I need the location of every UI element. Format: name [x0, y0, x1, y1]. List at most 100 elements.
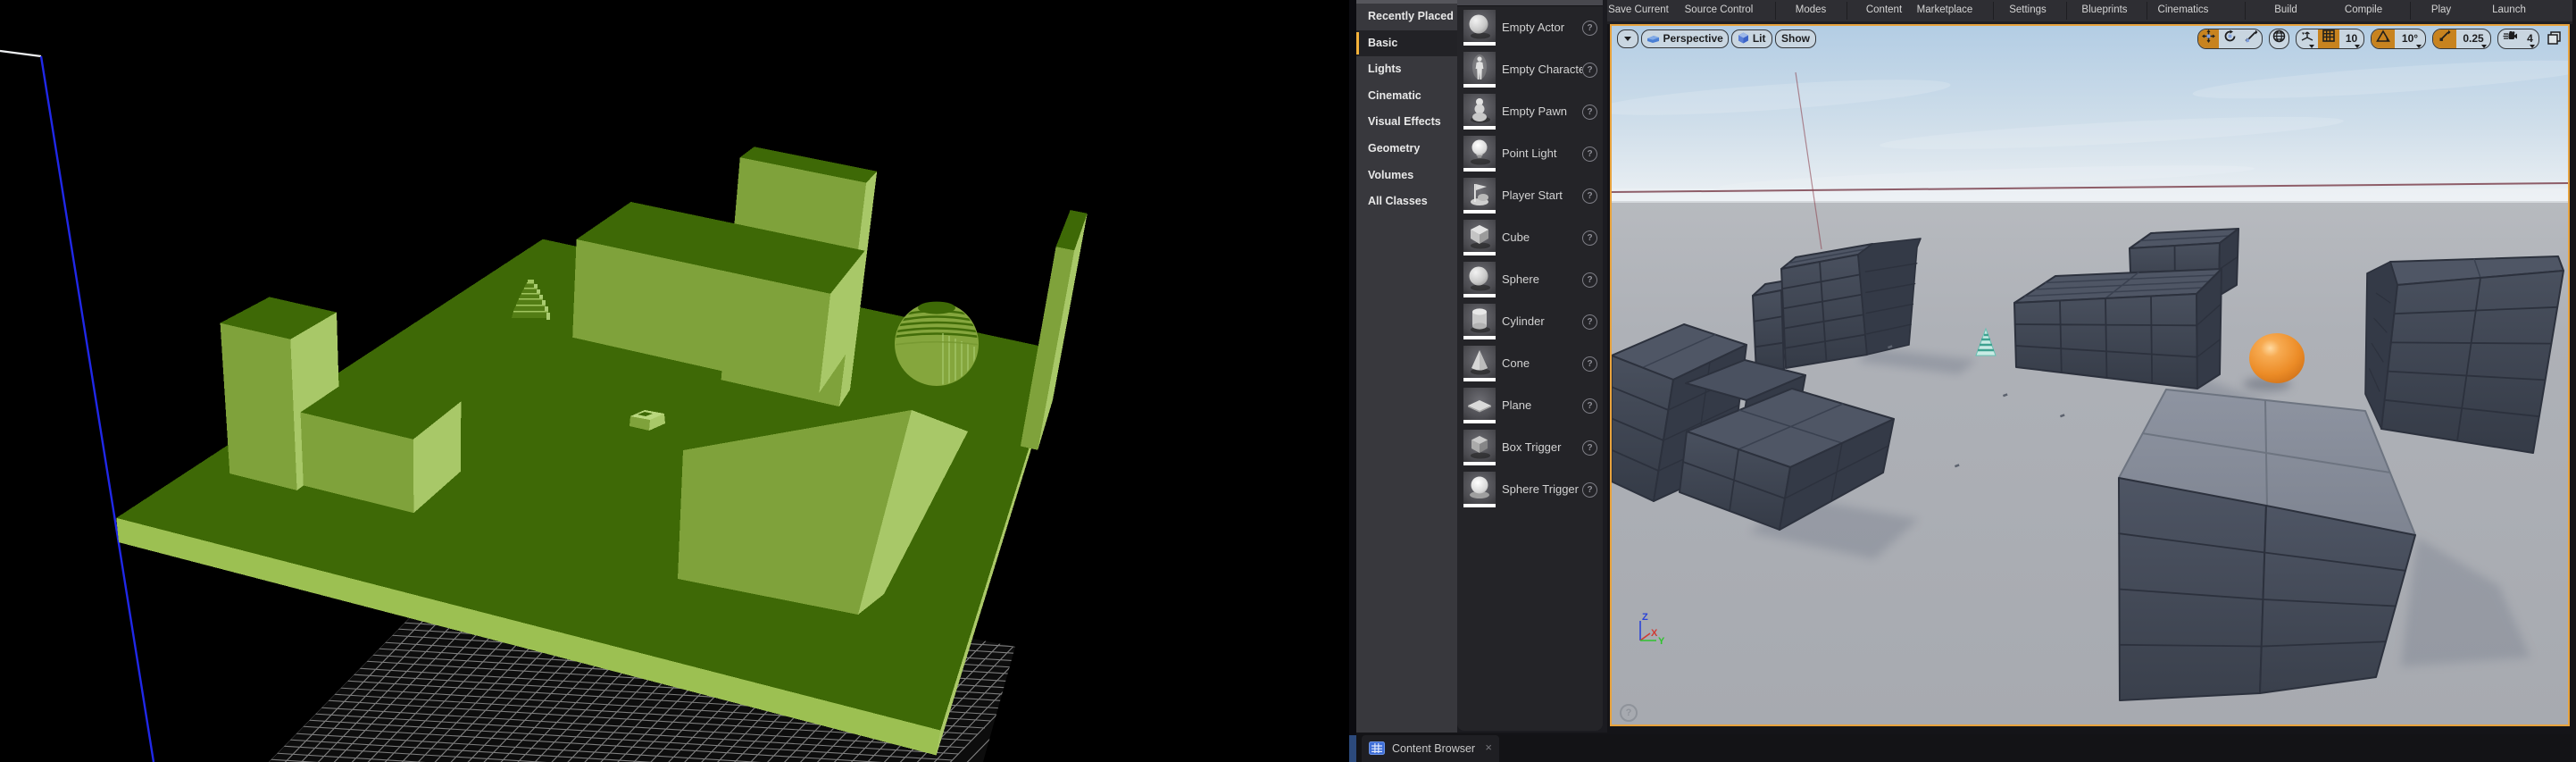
category-cinematic[interactable]: Cinematic [1356, 83, 1457, 110]
empty-character-icon[interactable] [1463, 52, 1496, 88]
cone-icon[interactable] [1463, 346, 1496, 381]
sphere-trigger-icon[interactable] [1463, 472, 1496, 507]
category-visual-effects[interactable]: Visual Effects [1356, 109, 1457, 136]
rotation-snap-value[interactable]: 10° [2395, 29, 2425, 48]
show-menu-button[interactable]: Show [1775, 29, 1816, 48]
place-item-cube[interactable]: Cube ? [1457, 216, 1603, 258]
toolbar-modes[interactable]: Modes [1770, 0, 1852, 21]
scale-snap-group: 0.25 [2432, 29, 2491, 49]
toolbar-save-current[interactable]: Save Current [1597, 0, 1680, 21]
help-icon[interactable]: ? [1620, 704, 1638, 722]
toolbar-blueprints[interactable]: Blueprints [2063, 0, 2146, 21]
maximize-viewport-button[interactable] [2547, 31, 2561, 49]
category-label: Cinematic [1368, 89, 1421, 102]
place-item-plane[interactable]: Plane ? [1457, 384, 1603, 426]
cube-icon[interactable] [1463, 220, 1496, 255]
level-viewport[interactable]: Perspective Lit Show [1612, 26, 2568, 724]
toolbar-build[interactable]: Build [2245, 0, 2327, 21]
toolbar-separator [1775, 2, 1776, 20]
search-box-sliver[interactable] [1457, 0, 1603, 6]
toolbar-separator [2066, 2, 2067, 20]
place-item-sphere[interactable]: Sphere ? [1457, 258, 1603, 300]
rotate-tool-button[interactable] [2219, 29, 2240, 48]
place-item-label: Point Light [1502, 132, 1582, 174]
toolbar-separator [1993, 2, 1994, 20]
toolbar-cinematics[interactable]: Cinematics [2142, 0, 2224, 21]
place-item-player-start[interactable]: Player Start ? [1457, 174, 1603, 216]
move-tool-button[interactable] [2198, 29, 2219, 48]
category-geometry[interactable]: Geometry [1356, 136, 1457, 163]
toolbar-marketplace[interactable]: Marketplace [1904, 0, 1986, 21]
toolbar-source-control[interactable]: Source Control [1678, 0, 1760, 21]
help-icon[interactable]: ? [1582, 440, 1597, 456]
place-item-label: Player Start [1502, 174, 1582, 216]
place-item-empty-pawn[interactable]: Empty Pawn ? [1457, 90, 1603, 132]
rotation-snap-button[interactable] [2372, 29, 2395, 48]
place-item-empty-actor[interactable]: Empty Actor ? [1457, 6, 1603, 48]
point-light-icon[interactable] [1463, 136, 1496, 172]
ue-canvas[interactable] [1612, 26, 2568, 724]
plane-icon[interactable] [1463, 388, 1496, 423]
place-item-cylinder[interactable]: Cylinder ? [1457, 300, 1603, 342]
help-icon[interactable]: ? [1582, 314, 1597, 330]
viewport-frame: Perspective Lit Show [1610, 24, 2570, 726]
viewport-options-button[interactable] [1617, 29, 1638, 48]
camera-speed-value[interactable]: 4 [2522, 29, 2538, 48]
close-icon[interactable]: × [1485, 735, 1492, 762]
player-start-icon[interactable] [1463, 178, 1496, 214]
grid-snap-value[interactable]: 10 [2339, 29, 2363, 48]
category-recently-placed[interactable]: Recently Placed [1356, 4, 1457, 30]
place-item-point-light[interactable]: Point Light ? [1457, 132, 1603, 174]
sphere-icon[interactable] [1463, 262, 1496, 297]
grid-snap-group: 10 [2296, 29, 2364, 49]
place-item-label: Empty Character [1502, 48, 1582, 90]
help-icon[interactable]: ? [1582, 398, 1597, 414]
help-icon[interactable]: ? [1582, 356, 1597, 372]
empty-pawn-icon[interactable] [1463, 94, 1496, 130]
place-item-label: Cone [1502, 342, 1582, 384]
category-lights[interactable]: Lights [1356, 56, 1457, 83]
help-icon[interactable]: ? [1582, 63, 1597, 78]
camera-speed-group: 4 [2497, 29, 2539, 49]
empty-actor-icon[interactable] [1463, 10, 1496, 46]
place-item-sphere-trigger[interactable]: Sphere Trigger ? [1457, 468, 1603, 510]
place-item-label: Sphere [1502, 258, 1582, 300]
scale-snap-button[interactable] [2433, 29, 2456, 48]
toolbar-settings[interactable]: Settings [1987, 0, 2069, 21]
category-label: Volumes [1368, 169, 1413, 181]
help-icon[interactable]: ? [1582, 105, 1597, 120]
lit-mode-button[interactable]: Lit [1731, 29, 1772, 48]
help-icon[interactable]: ? [1582, 482, 1597, 498]
cylinder-icon[interactable] [1463, 304, 1496, 339]
scale-snap-value[interactable]: 0.25 [2456, 29, 2490, 48]
viewport-toolbar: 10 10° 0.25 4 [2191, 29, 2561, 47]
help-icon[interactable]: ? [1582, 21, 1597, 36]
place-item-box-trigger[interactable]: Box Trigger ? [1457, 426, 1603, 468]
ue-viewport-canvas[interactable] [1612, 26, 2568, 724]
help-icon[interactable]: ? [1582, 147, 1597, 162]
world-space-button[interactable] [2270, 29, 2288, 48]
place-item-cone[interactable]: Cone ? [1457, 342, 1603, 384]
chevron-down-icon [2481, 45, 2487, 48]
toolbar-compile[interactable]: Compile [2322, 0, 2405, 21]
voxel-preview-viewport[interactable] [0, 0, 1349, 762]
help-icon[interactable]: ? [1582, 272, 1597, 288]
category-basic[interactable]: Basic [1356, 30, 1457, 57]
category-label: Geometry [1368, 142, 1420, 155]
voxel-scene-canvas[interactable] [0, 0, 1349, 762]
surface-snap-button[interactable] [2297, 29, 2318, 48]
grid-snap-button[interactable] [2318, 29, 2339, 48]
toolbar-launch[interactable]: Launch [2468, 0, 2550, 21]
box-trigger-icon[interactable] [1463, 430, 1496, 465]
toolbar-separator [2410, 2, 2411, 20]
content-browser-tab[interactable]: Content Browser × [1362, 735, 1499, 762]
perspective-button[interactable]: Perspective [1641, 29, 1729, 48]
help-icon[interactable]: ? [1582, 188, 1597, 204]
place-actors-items: Empty Actor ? Empty Character ? Empty Pa… [1457, 0, 1607, 733]
scale-tool-button[interactable] [2240, 29, 2262, 48]
category-all-classes[interactable]: All Classes [1356, 188, 1457, 215]
category-volumes[interactable]: Volumes [1356, 163, 1457, 189]
place-item-empty-character[interactable]: Empty Character ? [1457, 48, 1603, 90]
camera-speed-icon [2498, 29, 2522, 48]
help-icon[interactable]: ? [1582, 230, 1597, 246]
